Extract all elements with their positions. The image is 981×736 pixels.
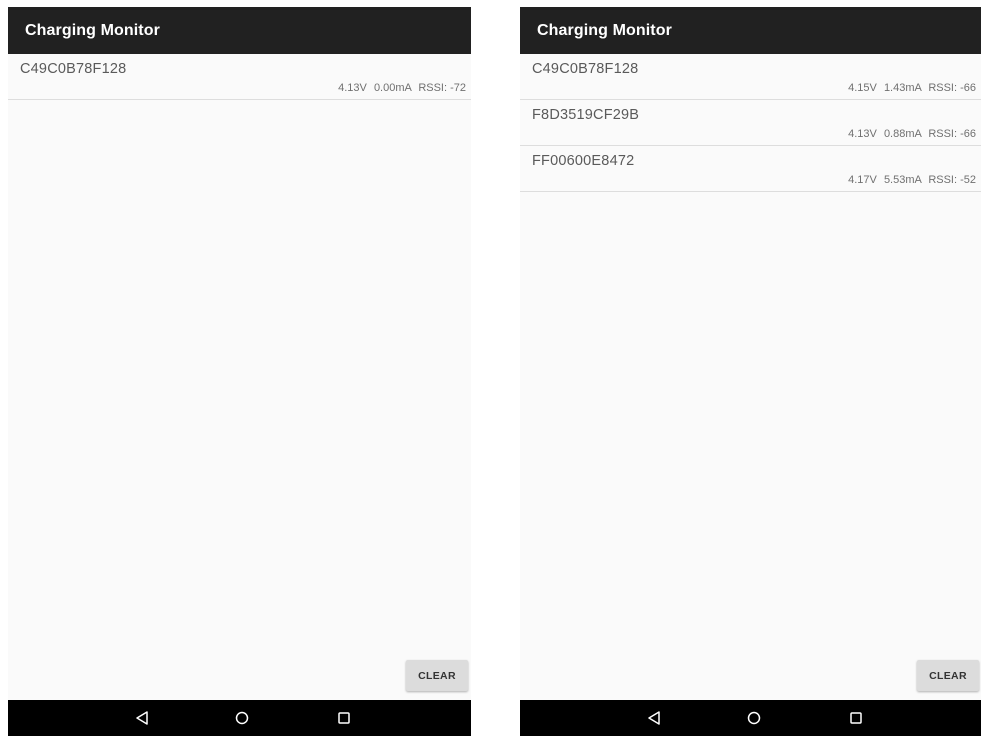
home-icon[interactable] <box>222 700 262 736</box>
rssi-value: RSSI: -66 <box>928 128 976 140</box>
voltage-value: 4.13V <box>848 128 877 140</box>
app-title: Charging Monitor <box>537 21 672 39</box>
recents-icon[interactable] <box>324 700 364 736</box>
current-value: 0.88mA <box>883 128 922 140</box>
current-value: 5.53mA <box>883 174 922 186</box>
device-list: C49C0B78F128 4.13V 0.00mA RSSI: -72 <box>8 54 471 100</box>
list-item[interactable]: C49C0B78F128 4.15V 1.43mA RSSI: -66 <box>520 54 981 100</box>
back-icon[interactable] <box>122 700 162 736</box>
device-stats: 4.17V 5.53mA RSSI: -52 <box>844 174 976 186</box>
voltage-value: 4.17V <box>848 174 877 186</box>
device-name: C49C0B78F128 <box>20 61 127 77</box>
current-value: 1.43mA <box>883 82 922 94</box>
device-stats: 4.13V 0.00mA RSSI: -72 <box>334 82 466 94</box>
device-stats: 4.15V 1.43mA RSSI: -66 <box>844 82 976 94</box>
voltage-value: 4.15V <box>848 82 877 94</box>
navigation-bar <box>520 700 981 736</box>
list-item[interactable]: FF00600E8472 4.17V 5.53mA RSSI: -52 <box>520 146 981 192</box>
voltage-value: 4.13V <box>338 82 367 94</box>
device-name: FF00600E8472 <box>532 153 635 169</box>
phone-screen-left: Charging Monitor C49C0B78F128 4.13V 0.00… <box>8 7 471 736</box>
device-stats: 4.13V 0.88mA RSSI: -66 <box>844 128 976 140</box>
navigation-bar <box>8 700 471 736</box>
clear-button[interactable]: CLEAR <box>917 660 979 691</box>
clear-button[interactable]: CLEAR <box>406 660 468 691</box>
app-bar: Charging Monitor <box>8 7 471 54</box>
current-value: 0.00mA <box>373 82 412 94</box>
back-icon[interactable] <box>634 700 674 736</box>
device-list: C49C0B78F128 4.15V 1.43mA RSSI: -66 F8D3… <box>520 54 981 192</box>
app-bar: Charging Monitor <box>520 7 981 54</box>
phone-screen-right: Charging Monitor C49C0B78F128 4.15V 1.43… <box>520 7 981 736</box>
list-item[interactable]: C49C0B78F128 4.13V 0.00mA RSSI: -72 <box>8 54 471 100</box>
recents-icon[interactable] <box>836 700 876 736</box>
list-item[interactable]: F8D3519CF29B 4.13V 0.88mA RSSI: -66 <box>520 100 981 146</box>
home-icon[interactable] <box>734 700 774 736</box>
rssi-value: RSSI: -66 <box>928 82 976 94</box>
rssi-value: RSSI: -72 <box>418 82 466 94</box>
device-name: F8D3519CF29B <box>532 107 640 123</box>
device-name: C49C0B78F128 <box>532 61 639 77</box>
app-title: Charging Monitor <box>25 21 160 39</box>
rssi-value: RSSI: -52 <box>928 174 976 186</box>
